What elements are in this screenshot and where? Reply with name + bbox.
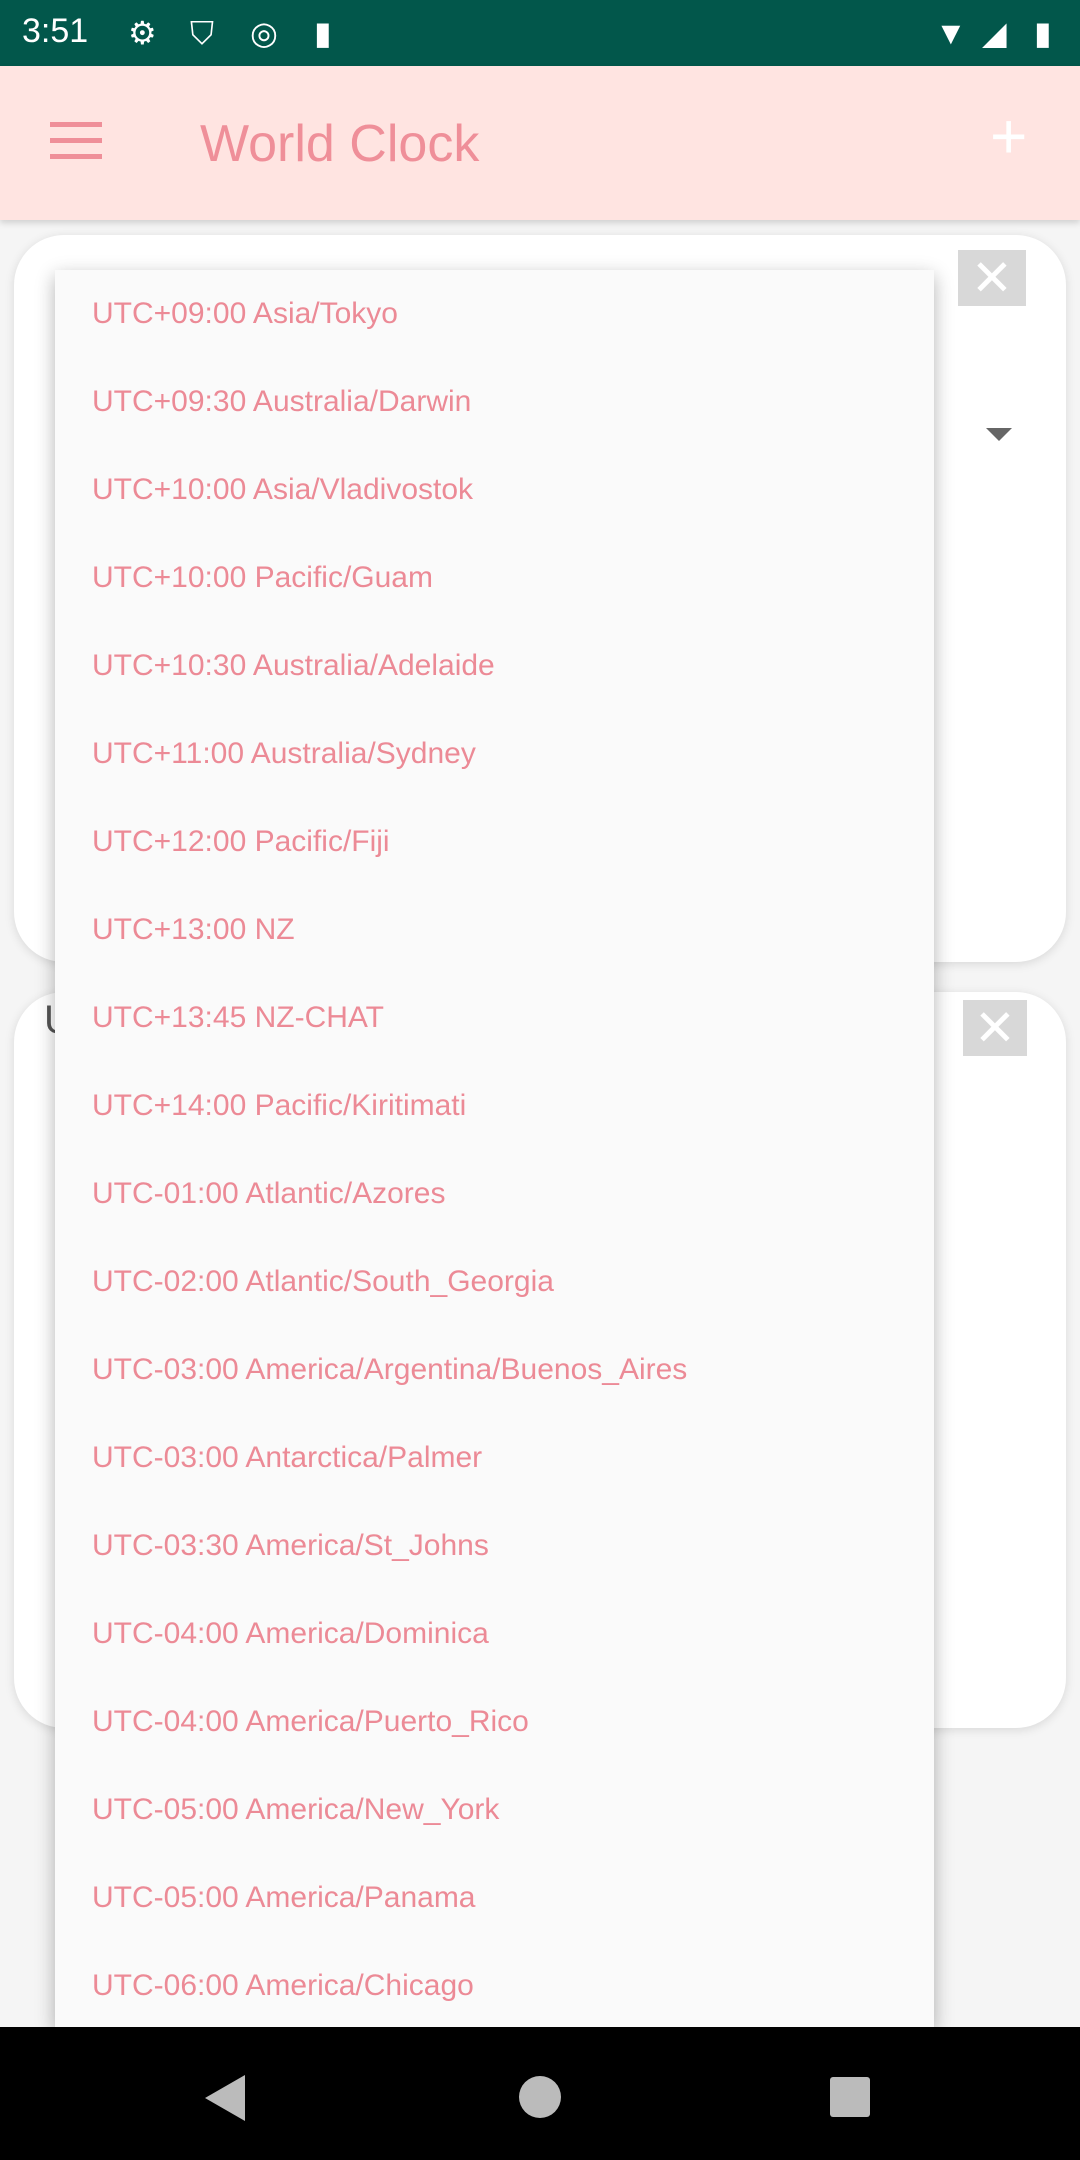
dropdown-item[interactable]: UTC-04:00 America/Dominica [55, 1590, 934, 1678]
dropdown-item[interactable]: UTC-03:00 Antarctica/Palmer [55, 1414, 934, 1502]
dropdown-item[interactable]: UTC+14:00 Pacific/Kiritimati [55, 1062, 934, 1150]
dropdown-item[interactable]: UTC+10:30 Australia/Adelaide [55, 622, 934, 710]
dropdown-item[interactable]: UTC-06:00 America/Chicago [55, 1942, 934, 2027]
dropdown-item[interactable]: UTC+13:00 NZ [55, 886, 934, 974]
app-bar: World Clock + [0, 66, 1080, 220]
gear-icon: ⚙ [128, 15, 157, 51]
dropdown-item[interactable]: UTC+11:00 Australia/Sydney [55, 710, 934, 798]
page-title: World Clock [200, 115, 480, 173]
status-bar: 3:51 ⚙ ⛉ ◎ ▮ ▼ ◢ ▮ [0, 0, 1080, 66]
close-icon[interactable]: ✕ [958, 250, 1026, 306]
dropdown-item[interactable]: UTC-05:00 America/New_York [55, 1766, 934, 1854]
dropdown-item[interactable]: UTC-02:00 Atlantic/South_Georgia [55, 1238, 934, 1326]
dropdown-item[interactable]: UTC+09:00 Asia/Tokyo [55, 270, 934, 358]
recents-icon[interactable] [830, 2077, 870, 2117]
shield-play-icon: ⛉ [190, 15, 215, 51]
home-icon[interactable] [519, 2076, 561, 2118]
back-icon[interactable] [205, 2075, 245, 2121]
dropdown-item[interactable]: UTC-05:00 America/Panama [55, 1854, 934, 1942]
wifi-icon: ▼ [935, 15, 967, 51]
dropdown-item[interactable]: UTC+12:00 Pacific/Fiji [55, 798, 934, 886]
chevron-down-icon[interactable] [986, 428, 1012, 441]
dropdown-item[interactable]: UTC-04:00 America/Puerto_Rico [55, 1678, 934, 1766]
dropdown-item[interactable]: UTC-03:30 America/St_Johns [55, 1502, 934, 1590]
signal-icon: ◢ [982, 15, 1007, 51]
timezone-dropdown-list[interactable]: UTC+09:00 Asia/Tokyo UTC+09:30 Australia/… [55, 270, 934, 2027]
dropdown-item[interactable]: UTC+10:00 Pacific/Guam [55, 534, 934, 622]
dropdown-item[interactable]: UTC+10:00 Asia/Vladivostok [55, 446, 934, 534]
dropdown-item[interactable]: UTC-03:00 America/Argentina/Buenos_Aires [55, 1326, 934, 1414]
dropdown-item[interactable]: UTC-01:00 Atlantic/Azores [55, 1150, 934, 1238]
navigation-bar [0, 2027, 1080, 2160]
battery-icon: ▮ [1034, 15, 1052, 51]
hamburger-icon[interactable] [50, 122, 102, 160]
dropdown-item[interactable]: UTC+13:45 NZ-CHAT [55, 974, 934, 1062]
sd-card-icon: ▮ [314, 15, 332, 51]
clock-time: 3:51 [22, 12, 89, 50]
close-icon[interactable]: ✕ [963, 1000, 1027, 1056]
q-icon: ◎ [250, 15, 278, 51]
dropdown-item[interactable]: UTC+09:30 Australia/Darwin [55, 358, 934, 446]
add-clock-button[interactable]: + [990, 104, 1027, 168]
